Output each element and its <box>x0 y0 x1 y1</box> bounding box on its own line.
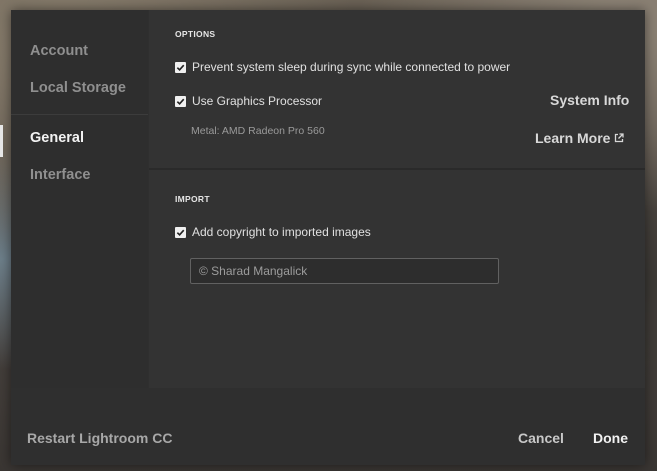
copyright-row: Add copyright to imported images <box>175 225 371 239</box>
gpu-checkbox[interactable] <box>175 95 186 107</box>
restart-lightroom-button[interactable]: Restart Lightroom CC <box>27 430 172 446</box>
import-section-title: IMPORT <box>175 194 210 204</box>
sidebar-item-local-storage[interactable]: Local Storage <box>11 69 148 106</box>
checkmark-icon <box>176 64 185 71</box>
gpu-row: Use Graphics Processor <box>175 94 322 108</box>
preferences-dialog: Account Local Storage General Interface … <box>0 10 645 465</box>
learn-more-label: Learn More <box>535 130 611 146</box>
settings-content: OPTIONS Prevent system sleep during sync… <box>149 10 645 388</box>
sidebar-item-general[interactable]: General <box>0 119 148 157</box>
options-section-title: OPTIONS <box>175 29 216 39</box>
sidebar-item-interface[interactable]: Interface <box>11 156 148 193</box>
system-info-button[interactable]: System Info <box>550 92 629 108</box>
gpu-label: Use Graphics Processor <box>192 94 323 108</box>
done-button[interactable]: Done <box>593 430 628 446</box>
learn-more-link[interactable]: Learn More <box>535 130 625 146</box>
checkmark-icon <box>176 229 185 236</box>
prevent-sleep-checkbox[interactable] <box>175 61 186 73</box>
external-link-icon <box>615 133 625 143</box>
sidebar-group-account: Account Local Storage <box>11 10 148 106</box>
sidebar-item-account[interactable]: Account <box>11 32 148 69</box>
system-info-label: System Info <box>550 92 630 108</box>
gpu-info-text: Metal: AMD Radeon Pro 560 <box>191 125 325 137</box>
cancel-button[interactable]: Cancel <box>518 430 564 446</box>
sidebar: Account Local Storage General Interface <box>0 10 148 388</box>
dialog-footer: Restart Lightroom CC Cancel Done <box>11 388 645 465</box>
sidebar-item-label: Interface <box>30 166 91 183</box>
sidebar-item-label: Local Storage <box>30 79 126 96</box>
prevent-sleep-label: Prevent system sleep during sync while c… <box>192 60 511 74</box>
sidebar-divider <box>11 114 148 115</box>
prevent-sleep-row: Prevent system sleep during sync while c… <box>175 60 510 74</box>
copyright-label: Add copyright to imported images <box>192 225 371 239</box>
sidebar-item-label: General <box>30 129 84 146</box>
import-panel: IMPORT Add copyright to imported images <box>149 172 645 388</box>
options-panel: OPTIONS Prevent system sleep during sync… <box>149 10 645 170</box>
copyright-checkbox[interactable] <box>175 226 186 238</box>
checkmark-icon <box>176 98 185 105</box>
copyright-input[interactable] <box>190 258 499 284</box>
sidebar-item-label: Account <box>30 42 88 59</box>
